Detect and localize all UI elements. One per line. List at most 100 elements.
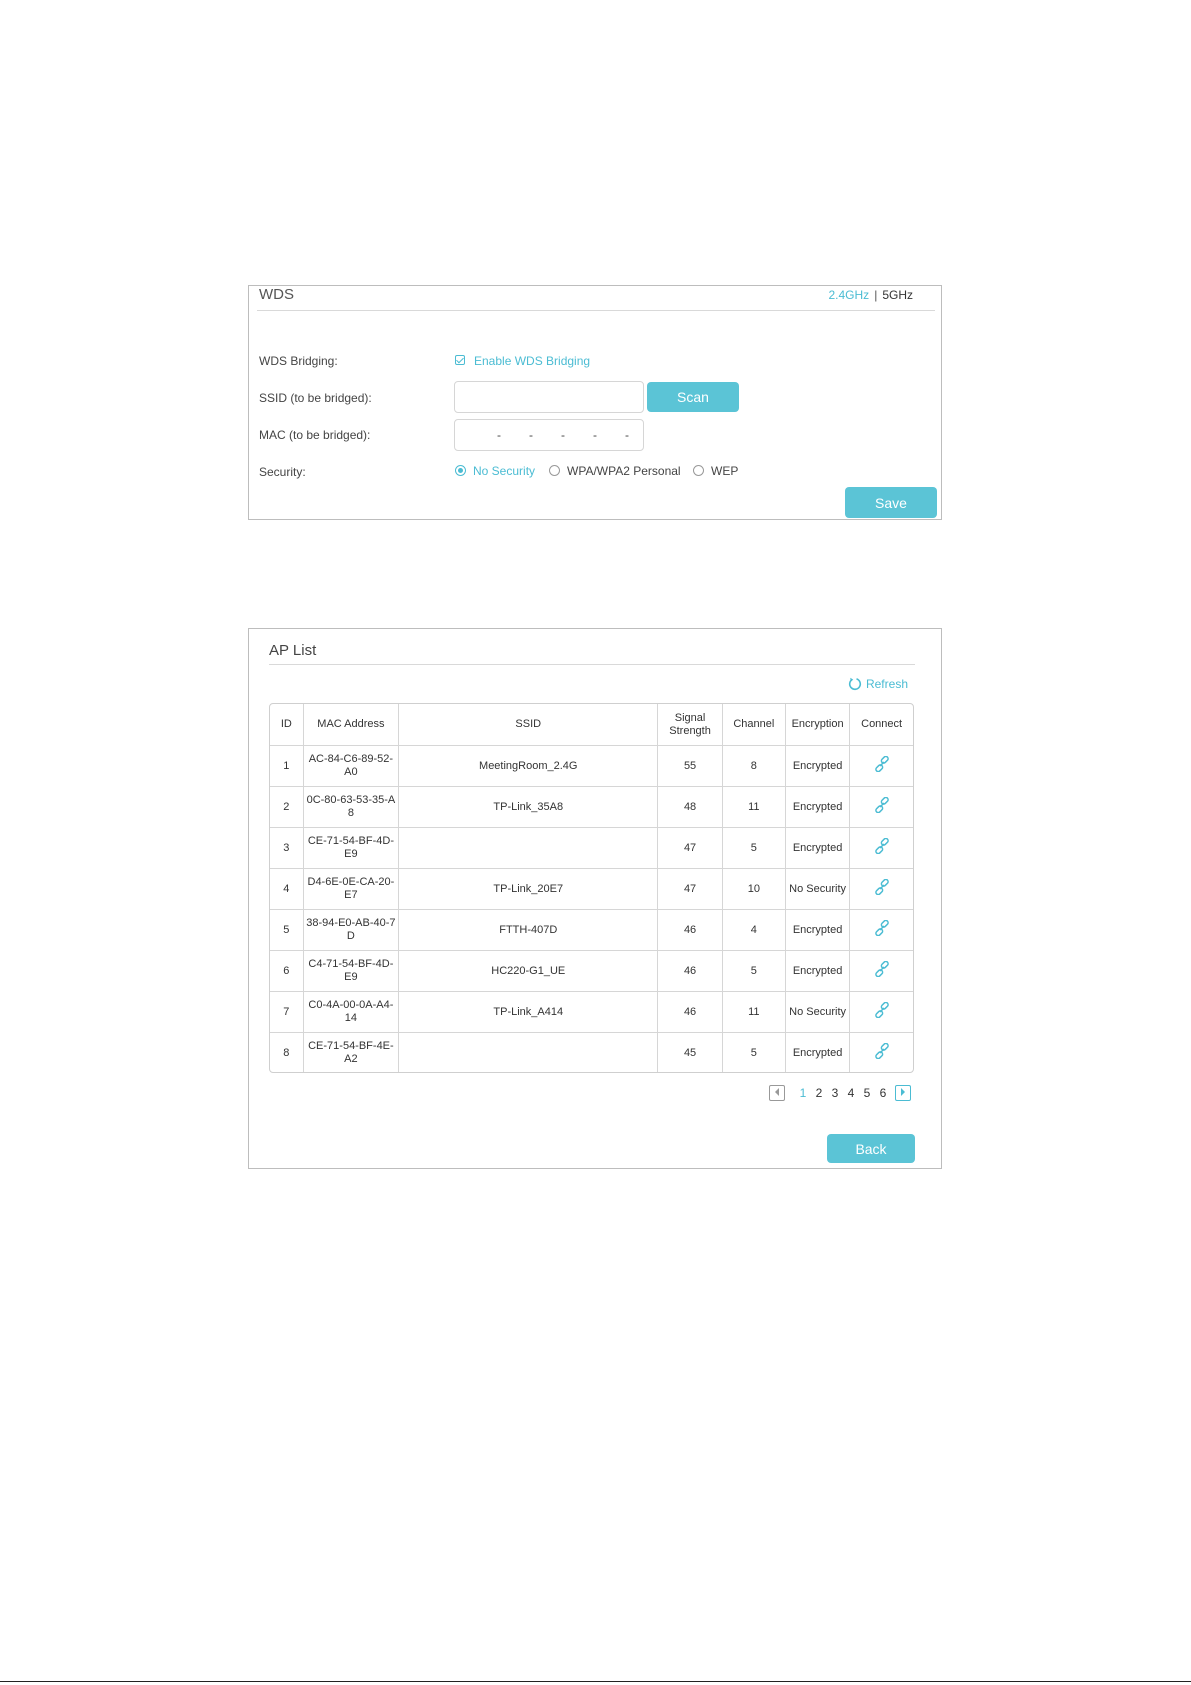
cell-channel: 11 <box>721 786 786 828</box>
cell-connect <box>849 868 913 910</box>
table-row: 8 CE-71-54-BF-4E-A2 45 5 Encrypted <box>270 1032 913 1072</box>
link-icon[interactable] <box>874 755 890 776</box>
header-channel: Channel <box>721 704 786 746</box>
prev-page-button[interactable] <box>769 1085 785 1101</box>
header-signal-line1: Signal <box>674 711 706 724</box>
next-page-button[interactable] <box>895 1085 911 1101</box>
cell-encryption: Encrypted <box>784 786 851 828</box>
page-1[interactable]: 1 <box>795 1086 811 1100</box>
wpa-wpa2-radio[interactable] <box>549 465 560 476</box>
header-signal-line2: Strength <box>669 724 711 737</box>
wds-bridging-label: WDS Bridging: <box>259 354 338 368</box>
header-id: ID <box>270 704 304 746</box>
cell-id: 5 <box>270 909 304 951</box>
mac-input[interactable]: ----- <box>454 419 644 451</box>
wep-label[interactable]: WEP <box>711 464 738 478</box>
cell-connect <box>849 745 913 787</box>
cell-id: 6 <box>270 950 304 992</box>
enable-wds-label[interactable]: Enable WDS Bridging <box>474 354 590 368</box>
refresh-label: Refresh <box>865 677 908 691</box>
cell-mac: C0-4A-00-0A-A4-14 <box>302 991 400 1033</box>
cell-mac: CE-71-54-BF-4D-E9 <box>302 827 400 869</box>
cell-ssid: MeetingRoom_2.4G <box>398 745 659 787</box>
cell-channel: 4 <box>721 909 786 951</box>
mac-separator: - <box>529 428 533 442</box>
cell-channel: 10 <box>721 868 786 910</box>
page-3[interactable]: 3 <box>827 1086 843 1100</box>
ap-table-container: ID MAC Address SSID Signal Strength Chann… <box>269 703 914 1073</box>
band-24ghz-link[interactable]: 2.4GHz <box>829 288 870 302</box>
table-row: 7 C0-4A-00-0A-A4-14 TP-Link_A414 46 11 N… <box>270 991 913 1033</box>
scan-button[interactable]: Scan <box>647 382 739 412</box>
table-row: 5 38-94-E0-AB-40-7D FTTH-407D 46 4 Encry… <box>270 909 913 951</box>
wds-panel: WDS 2.4GHz | 5GHz WDS Bridging: Enable WDS… <box>248 285 942 520</box>
cell-id: 2 <box>270 786 304 828</box>
cell-ssid: TP-Link_20E7 <box>398 868 659 910</box>
table-row: 6 C4-71-54-BF-4D-E9 HC220-G1_UE 46 5 Enc… <box>270 950 913 992</box>
ap-list-title: AP List <box>269 642 317 659</box>
page-2[interactable]: 2 <box>811 1086 827 1100</box>
cell-ssid <box>398 1032 659 1072</box>
band-5ghz-link[interactable]: 5GHz <box>882 288 913 302</box>
cell-ssid: TP-Link_A414 <box>398 991 659 1033</box>
wep-radio[interactable] <box>693 465 704 476</box>
link-icon[interactable] <box>874 1042 890 1063</box>
link-icon[interactable] <box>874 796 890 817</box>
cell-mac: CE-71-54-BF-4E-A2 <box>302 1032 400 1072</box>
page-4[interactable]: 4 <box>843 1086 859 1100</box>
cell-encryption: Encrypted <box>784 909 851 951</box>
cell-encryption: Encrypted <box>784 1032 851 1072</box>
back-button[interactable]: Back <box>827 1134 915 1163</box>
security-label: Security: <box>259 465 306 479</box>
link-icon[interactable] <box>874 837 890 858</box>
page-6[interactable]: 6 <box>875 1086 891 1100</box>
refresh-icon <box>848 677 862 691</box>
link-icon[interactable] <box>874 1001 890 1022</box>
header-signal: Signal Strength <box>657 704 723 746</box>
cell-ssid: HC220-G1_UE <box>398 950 659 992</box>
cell-connect <box>849 786 913 828</box>
no-security-label[interactable]: No Security <box>473 464 535 478</box>
page-bottom-rule <box>0 1681 1191 1682</box>
cell-connect <box>849 1032 913 1072</box>
mac-separator: - <box>497 428 501 442</box>
enable-wds-checkbox[interactable] <box>455 355 465 365</box>
band-separator: | <box>874 288 878 302</box>
link-icon[interactable] <box>874 919 890 940</box>
cell-channel: 5 <box>721 827 786 869</box>
cell-signal: 55 <box>657 745 723 787</box>
wpa-wpa2-label[interactable]: WPA/WPA2 Personal <box>567 464 681 478</box>
page-5[interactable]: 5 <box>859 1086 875 1100</box>
refresh-button[interactable]: Refresh <box>848 677 908 691</box>
cell-signal: 46 <box>657 950 723 992</box>
wds-title: WDS <box>259 286 294 303</box>
cell-mac: AC-84-C6-89-52-A0 <box>302 745 400 787</box>
band-toggle: 2.4GHz | 5GHz <box>829 288 914 302</box>
mac-label: MAC (to be bridged): <box>259 428 371 442</box>
ap-table: ID MAC Address SSID Signal Strength Chann… <box>270 704 913 1072</box>
mac-separator: - <box>561 428 565 442</box>
cell-channel: 11 <box>721 991 786 1033</box>
ssid-label: SSID (to be bridged): <box>259 391 372 405</box>
wds-divider <box>257 310 935 311</box>
cell-encryption: Encrypted <box>784 745 851 787</box>
cell-channel: 5 <box>721 1032 786 1072</box>
cell-id: 3 <box>270 827 304 869</box>
header-ssid: SSID <box>398 704 659 746</box>
table-row: 2 0C-80-63-53-35-A8 TP-Link_35A8 48 11 E… <box>270 786 913 828</box>
no-security-radio[interactable] <box>455 465 466 476</box>
cell-signal: 45 <box>657 1032 723 1072</box>
link-icon[interactable] <box>874 960 890 981</box>
ssid-input[interactable] <box>454 381 644 413</box>
cell-mac: 0C-80-63-53-35-A8 <box>302 786 400 828</box>
cell-connect <box>849 950 913 992</box>
save-button[interactable]: Save <box>845 487 937 518</box>
cell-encryption: Encrypted <box>784 827 851 869</box>
cell-mac: D4-6E-0E-CA-20-E7 <box>302 868 400 910</box>
link-icon[interactable] <box>874 878 890 899</box>
mac-separator: - <box>593 428 597 442</box>
cell-channel: 8 <box>721 745 786 787</box>
table-row: 4 D4-6E-0E-CA-20-E7 TP-Link_20E7 47 10 N… <box>270 868 913 910</box>
cell-id: 7 <box>270 991 304 1033</box>
cell-connect <box>849 827 913 869</box>
